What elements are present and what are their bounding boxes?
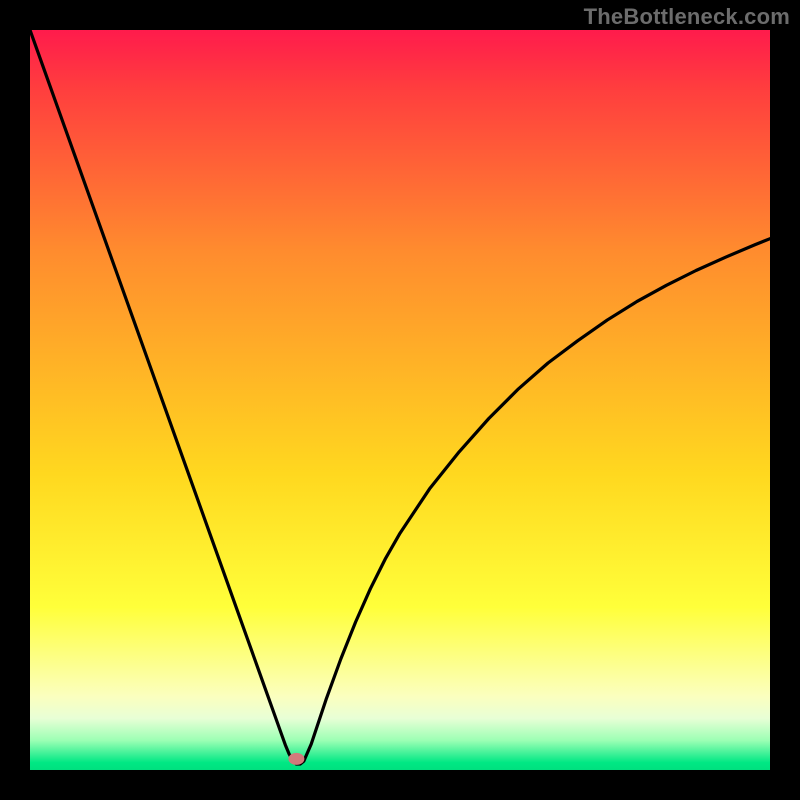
watermark-text: TheBottleneck.com — [584, 4, 790, 30]
minimum-marker — [288, 753, 304, 765]
chart-background — [30, 30, 770, 770]
chart-frame: TheBottleneck.com — [0, 0, 800, 800]
bottleneck-chart — [30, 30, 770, 770]
